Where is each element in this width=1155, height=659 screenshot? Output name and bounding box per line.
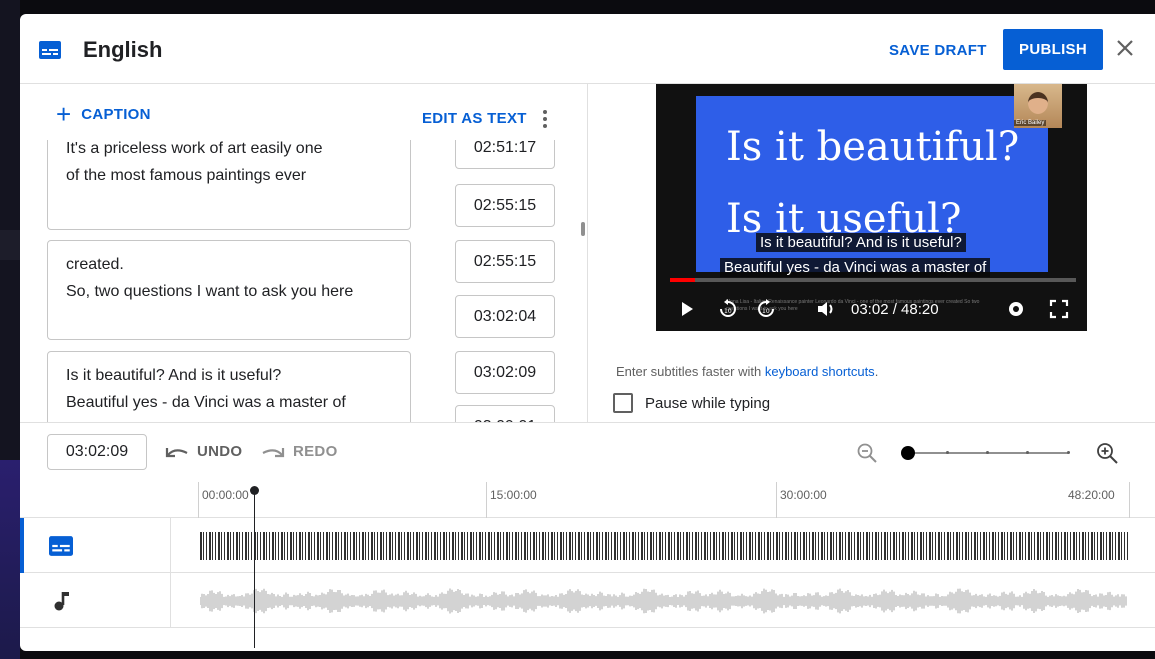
background-page: [0, 0, 20, 659]
scrollbar-thumb[interactable]: [581, 222, 585, 236]
undo-label: UNDO: [197, 443, 243, 460]
save-draft-button[interactable]: SAVE DRAFT: [889, 42, 987, 59]
timeline: 00:00:00 15:00:00 30:00:00 48:20:00: [20, 482, 1155, 651]
caption-line: Beautiful yes - da Vinci was a master of: [66, 394, 346, 411]
video-player[interactable]: Is it beautiful? Is it useful? Eric Bail…: [656, 84, 1087, 331]
zoom-in-icon[interactable]: [1095, 441, 1119, 465]
player-controls: Mona Lisa - Italian Renaissance painter …: [656, 289, 1087, 331]
subtitle-line: Beautiful yes - da Vinci was a master of: [720, 258, 991, 277]
edit-as-text-button[interactable]: EDIT AS TEXT: [422, 110, 527, 127]
checkbox[interactable]: [613, 393, 633, 413]
hint-text: .: [874, 364, 879, 379]
redo-label: REDO: [293, 443, 338, 460]
waveform-path: [200, 588, 1127, 614]
caption-track[interactable]: [20, 518, 1155, 573]
pause-while-typing-checkbox[interactable]: Pause while typing: [613, 393, 770, 413]
track-header-divider: [170, 518, 171, 628]
redo-button[interactable]: REDO: [261, 443, 338, 460]
caption-line: Is it beautiful? And is it useful?: [66, 367, 282, 384]
caption-end-time[interactable]: 02:55:15: [455, 184, 555, 227]
ruler-tick-label: 00:00:00: [202, 488, 249, 502]
background-block: [0, 460, 20, 659]
timeline-ruler: 00:00:00 15:00:00 30:00:00 48:20:00: [20, 482, 1155, 518]
caption-start-time[interactable]: 02:51:17: [455, 140, 555, 169]
timeline-playhead[interactable]: [250, 486, 259, 648]
ruler-tick: [198, 482, 199, 518]
add-caption-button[interactable]: + CAPTION: [56, 99, 151, 129]
page-title: English: [83, 37, 163, 62]
dialog-header: English SAVE DRAFT PUBLISH: [20, 14, 1155, 84]
svg-text:10: 10: [762, 308, 770, 315]
subtitles-icon: [39, 41, 61, 59]
ruler-tick: [486, 482, 487, 518]
caption-text-field[interactable]: Is it beautiful? And is it useful? Beaut…: [47, 351, 411, 422]
caption-line: created.: [66, 256, 124, 273]
volume-icon[interactable]: [816, 299, 836, 319]
music-note-icon: [54, 592, 69, 611]
svg-text:10: 10: [724, 308, 732, 315]
zoom-step-dot: [1067, 451, 1070, 454]
settings-gear-icon[interactable]: [1006, 299, 1026, 319]
fullscreen-icon[interactable]: [1049, 299, 1069, 319]
caption-end-time[interactable]: 03:02:04: [455, 295, 555, 338]
zoom-out-icon[interactable]: [856, 442, 878, 464]
background-block: [0, 230, 20, 260]
zoom-step-dot: [1026, 451, 1029, 454]
caption-list-pane: + CAPTION EDIT AS TEXT It's a priceless …: [20, 84, 588, 422]
preview-pane: Is it beautiful? Is it useful? Eric Bail…: [589, 84, 1155, 422]
zoom-slider-handle[interactable]: [901, 446, 915, 460]
presenter-face: [1028, 92, 1048, 114]
subtitle-editor-dialog: English SAVE DRAFT PUBLISH + CAPTION EDI…: [20, 14, 1155, 651]
subtitle-line: Is it beautiful? And is it useful?: [756, 233, 966, 252]
audio-track[interactable]: [20, 573, 1155, 628]
caption-list: It's a priceless work of art easily one …: [20, 140, 587, 422]
caption-start-time[interactable]: 03:02:09: [455, 351, 555, 394]
slide-text: Is it beautiful?: [726, 124, 1020, 170]
publish-button[interactable]: PUBLISH: [1003, 29, 1103, 70]
current-time-input[interactable]: [47, 434, 147, 470]
caption-line: So, two questions I want to ask you here: [66, 283, 354, 300]
add-caption-label: CAPTION: [81, 105, 151, 123]
more-options-icon[interactable]: [539, 108, 551, 130]
caption-start-time[interactable]: 02:55:15: [455, 240, 555, 283]
ruler-tick-label: 48:20:00: [1068, 488, 1115, 502]
ruler-tick: [1129, 482, 1130, 518]
close-icon[interactable]: [1113, 36, 1137, 60]
caption-line: of the most famous paintings ever: [66, 167, 307, 184]
shortcut-hint: Enter subtitles faster with keyboard sho…: [616, 364, 878, 379]
webcam-thumbnail: Eric Bailey: [1014, 84, 1062, 128]
forward-10-icon[interactable]: 10: [756, 299, 776, 319]
presenter-name: Eric Bailey: [1014, 120, 1047, 126]
undo-icon: [165, 447, 188, 457]
timeline-toolbar: UNDO REDO: [20, 422, 1155, 482]
redo-icon: [262, 447, 285, 457]
play-icon[interactable]: [682, 302, 693, 316]
subtitles-icon: [49, 536, 73, 556]
caption-text-field[interactable]: created. So, two questions I want to ask…: [47, 240, 411, 340]
hint-text: Enter subtitles faster with: [616, 364, 765, 379]
checkbox-label: Pause while typing: [645, 394, 771, 412]
keyboard-shortcuts-link[interactable]: keyboard shortcuts: [765, 364, 875, 379]
caption-text-field[interactable]: It's a priceless work of art easily one …: [47, 140, 411, 230]
video-progress-bar[interactable]: [670, 278, 1076, 282]
zoom-step-dot: [946, 451, 949, 454]
ruler-tick-label: 30:00:00: [780, 488, 827, 502]
caption-segments[interactable]: [200, 532, 1128, 560]
audio-waveform[interactable]: [200, 585, 1128, 617]
ruler-tick-label: 15:00:00: [490, 488, 537, 502]
caption-end-time[interactable]: 03:09:01: [455, 405, 555, 422]
caption-line: It's a priceless work of art easily one: [66, 140, 323, 157]
video-progress-fill: [670, 278, 696, 282]
undo-button[interactable]: UNDO: [165, 443, 242, 460]
zoom-step-dot: [986, 451, 989, 454]
ruler-tick: [776, 482, 777, 518]
video-time: 03:02 / 48:20: [851, 301, 939, 318]
rewind-10-icon[interactable]: 10: [718, 299, 738, 319]
plus-icon: +: [56, 99, 72, 129]
